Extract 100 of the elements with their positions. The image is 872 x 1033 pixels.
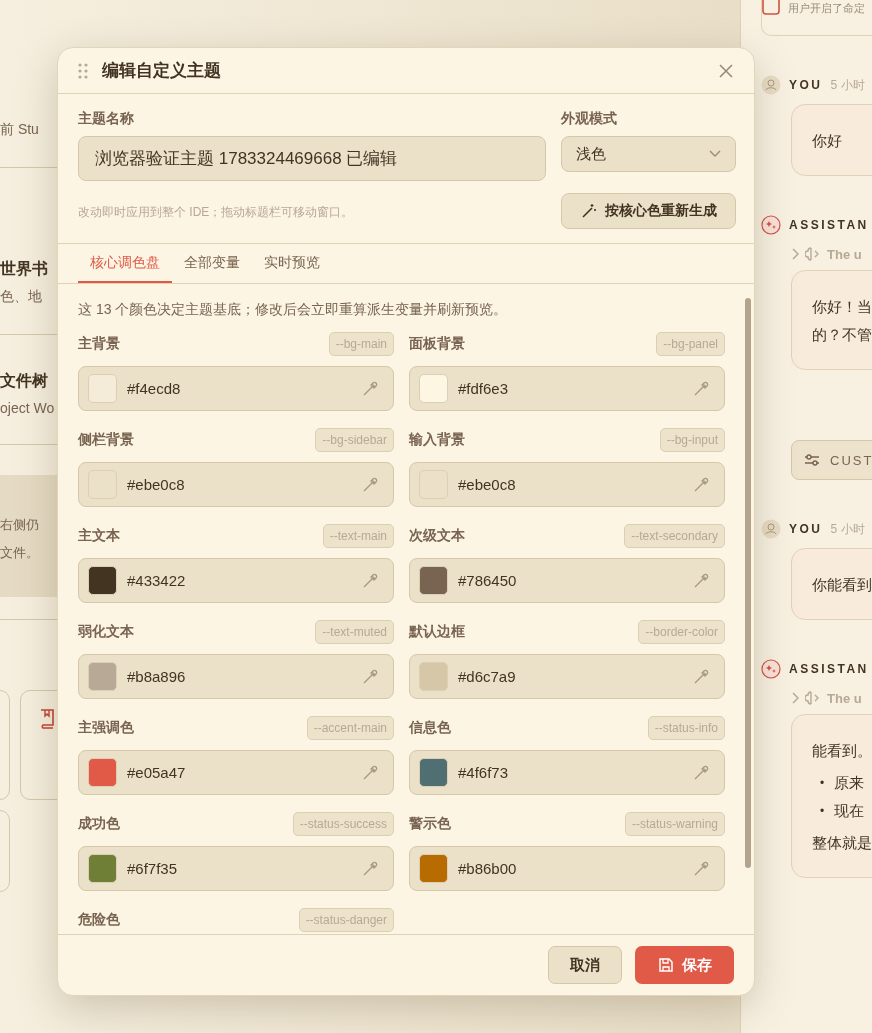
color-swatch[interactable] — [419, 374, 448, 403]
color-swatch[interactable] — [88, 662, 117, 691]
eyedropper-icon[interactable] — [692, 475, 710, 494]
message-text: 的？不管 — [812, 325, 872, 345]
eyedropper-icon[interactable] — [692, 379, 710, 398]
drag-handle-icon[interactable] — [78, 62, 88, 79]
color-input[interactable]: #e05a47 — [78, 750, 394, 795]
message-time: 5 小时 — [830, 76, 865, 94]
sliders-icon — [804, 453, 820, 467]
color-swatch[interactable] — [419, 758, 448, 787]
color-input[interactable]: #f4ecd8 — [78, 366, 394, 411]
chevron-right-icon[interactable] — [791, 248, 799, 260]
close-button[interactable] — [718, 62, 734, 79]
color-input[interactable]: #b86b00 — [409, 846, 725, 891]
save-button[interactable]: 保存 — [635, 946, 734, 984]
magic-wand-icon — [580, 203, 597, 219]
section-title: 世界书 — [0, 259, 48, 279]
chevron-down-icon — [709, 150, 721, 158]
variable-tag: --bg-panel — [656, 332, 725, 356]
color-swatch[interactable] — [88, 854, 117, 883]
color-label: 面板背景 — [409, 335, 465, 353]
intro-text: 这 13 个颜色决定主题基底；修改后会立即重算派生变量并刷新预览。 — [78, 301, 509, 319]
color-swatch[interactable] — [88, 566, 117, 595]
user-avatar-icon — [761, 519, 781, 539]
note-text: 文件。 — [0, 544, 40, 562]
subtitle-text: 色、地 — [0, 287, 43, 306]
color-label: 次级文本 — [409, 527, 465, 545]
color-label: 警示色 — [409, 815, 451, 833]
message-text: 整体就是 — [812, 833, 872, 853]
close-icon — [718, 62, 734, 79]
list-item: 原来 — [834, 773, 865, 793]
eyedropper-icon[interactable] — [361, 667, 379, 686]
theme-name-input[interactable]: 浏览器验证主题 1783324469668 已编辑 — [78, 136, 546, 181]
field-label: 主题名称 — [78, 110, 135, 128]
chevron-right-icon[interactable] — [791, 692, 799, 704]
eyedropper-icon[interactable] — [361, 571, 379, 590]
color-input[interactable]: #786450 — [409, 558, 725, 603]
color-input[interactable]: #b8a896 — [78, 654, 394, 699]
hint-text: 改动即时应用到整个 IDE；拖动标题栏可移动窗口。 — [78, 203, 355, 221]
color-label: 默认边框 — [409, 623, 465, 641]
variable-tag: --border-color — [638, 620, 725, 644]
color-input[interactable]: #433422 — [78, 558, 394, 603]
color-label: 弱化文本 — [78, 623, 134, 641]
book-icon — [39, 709, 55, 729]
color-swatch[interactable] — [419, 662, 448, 691]
tab[interactable]: 核心调色盘 — [78, 244, 172, 283]
color-input[interactable]: #6f7f35 — [78, 846, 394, 891]
color-input[interactable]: #4f6f73 — [409, 750, 725, 795]
eyedropper-icon[interactable] — [692, 571, 710, 590]
cancel-button[interactable]: 取消 — [548, 946, 622, 984]
eyedropper-icon[interactable] — [692, 667, 710, 686]
variable-tag: --bg-main — [328, 332, 394, 356]
note-text: 右侧仍 — [0, 516, 40, 534]
color-input[interactable]: #ebe0c8 — [409, 462, 725, 507]
author-name: YOU — [789, 522, 823, 536]
variable-tag: --text-main — [322, 524, 394, 548]
color-label: 危险色 — [78, 911, 120, 929]
appearance-select[interactable]: 浅色 — [561, 136, 736, 172]
list-item: 现在 — [834, 801, 865, 821]
color-input[interactable]: #d6c7a9 — [409, 654, 725, 699]
color-label: 侧栏背景 — [78, 431, 134, 449]
color-input[interactable]: #fdf6e3 — [409, 366, 725, 411]
field-label: 外观模式 — [561, 110, 618, 128]
author-name: ASSISTAN — [789, 218, 869, 232]
variable-tag: --bg-sidebar — [315, 428, 394, 452]
eyedropper-icon[interactable] — [361, 475, 379, 494]
variable-tag: --status-danger — [298, 908, 394, 932]
color-label: 主强调色 — [78, 719, 134, 737]
message-text: 你好！当 — [812, 297, 872, 317]
message-text: 你好 — [812, 131, 843, 151]
color-label: 信息色 — [409, 719, 451, 737]
sparkle-avatar-icon — [761, 215, 781, 235]
eyedropper-icon[interactable] — [361, 763, 379, 782]
notice-text: 用户开启了命定 — [788, 1, 865, 16]
author-name: YOU — [789, 78, 823, 92]
color-label: 输入背景 — [409, 431, 465, 449]
message-text: 你能看到 — [812, 575, 872, 595]
eyedropper-icon[interactable] — [692, 859, 710, 878]
color-input[interactable]: #ebe0c8 — [78, 462, 394, 507]
tab[interactable]: 实时预览 — [252, 244, 332, 283]
save-icon — [657, 957, 674, 973]
eyedropper-icon[interactable] — [361, 379, 379, 398]
author-name: ASSISTAN — [789, 662, 869, 676]
variable-tag: --text-muted — [315, 620, 394, 644]
user-avatar-icon — [761, 75, 781, 95]
color-swatch[interactable] — [419, 566, 448, 595]
variable-tag: --bg-input — [659, 428, 725, 452]
eyedropper-icon[interactable] — [361, 859, 379, 878]
color-swatch[interactable] — [88, 374, 117, 403]
message-time: 5 小时 — [830, 520, 865, 538]
sparkle-avatar-icon — [761, 659, 781, 679]
eyedropper-icon[interactable] — [692, 763, 710, 782]
variable-tag: --status-warning — [624, 812, 725, 836]
regenerate-button[interactable]: 按核心色重新生成 — [561, 193, 736, 229]
color-label: 主背景 — [78, 335, 120, 353]
bullet-marker: • — [820, 775, 825, 792]
color-swatch[interactable] — [419, 854, 448, 883]
tab[interactable]: 全部变量 — [172, 244, 252, 283]
color-swatch[interactable] — [88, 758, 117, 787]
subtitle-text: oject Wo — [0, 399, 56, 418]
